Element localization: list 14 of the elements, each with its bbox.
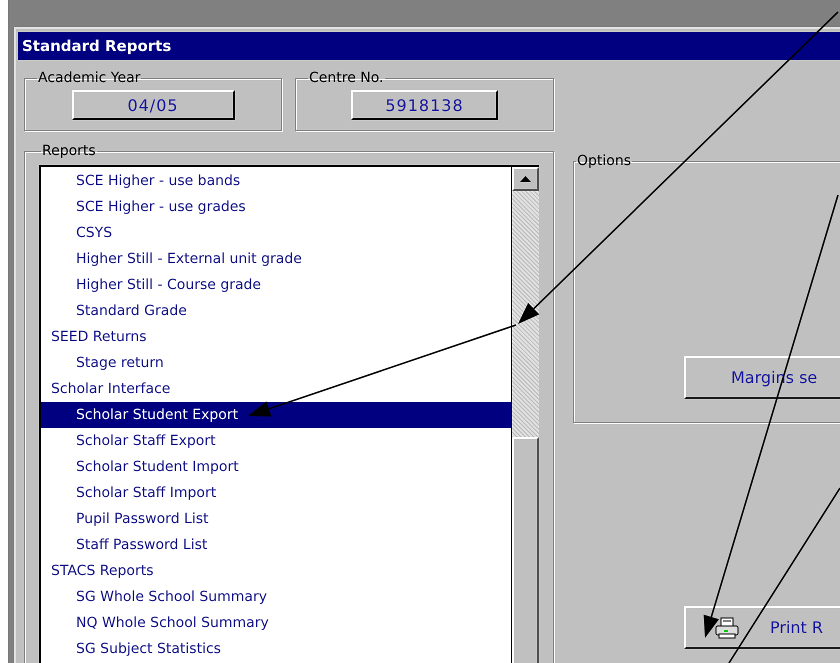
centre-number-field: 5918138 [351, 90, 498, 120]
print-button[interactable]: Print R [684, 606, 840, 649]
window-title: Standard Reports [18, 32, 840, 60]
group-label: Centre No. [308, 70, 385, 86]
academic-year-field: 04/05 [72, 90, 234, 120]
up-arrow-icon [520, 176, 531, 182]
scroll-up-button[interactable] [512, 167, 539, 191]
report-item[interactable]: Scholar Student Export [41, 402, 511, 428]
scroll-bar[interactable] [511, 167, 539, 663]
group-label: Academic Year [37, 70, 142, 86]
group-label: Reports [41, 143, 97, 159]
scroll-thumb[interactable] [512, 437, 539, 663]
printer-icon [714, 616, 740, 638]
group-label: Options [576, 153, 632, 169]
